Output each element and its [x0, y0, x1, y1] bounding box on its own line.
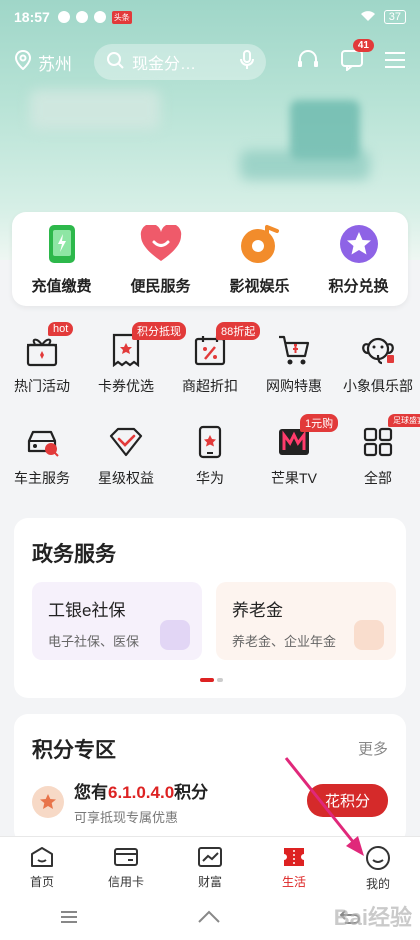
messages-button[interactable]: 41 — [340, 38, 374, 76]
tab-wealth[interactable]: 财富 — [168, 837, 252, 898]
trend-chart-icon — [198, 847, 222, 867]
grid-item-elephant-club[interactable]: 小象俱乐部 — [336, 318, 420, 410]
football-tag: 足球盛宴 — [388, 414, 420, 427]
elephant-icon — [360, 332, 396, 368]
points-value: 6.1.0.4.0 — [108, 783, 175, 802]
grid-label: 小象俱乐部 — [343, 378, 413, 394]
menu-icon[interactable] — [384, 51, 406, 74]
grid-item-supermarket[interactable]: 88折起 商超折扣 — [168, 318, 261, 410]
credit-card-icon — [114, 848, 138, 866]
bottom-tab-bar: 首页 信用卡 财富 生活 我的 — [0, 836, 420, 898]
diamond-check-icon — [108, 424, 144, 460]
social-security-card[interactable]: 工银e社保 电子社保、医保 — [32, 582, 202, 660]
grid-all-icon — [360, 424, 396, 460]
tab-mine[interactable]: 我的 — [336, 837, 420, 898]
section-title: 积分专区 — [32, 739, 116, 762]
home-nav-icon[interactable] — [197, 908, 221, 931]
recent-apps-icon[interactable] — [59, 909, 79, 930]
battery-indicator: 37 — [383, 10, 406, 24]
car-icon — [24, 424, 60, 460]
grid-label: 星级权益 — [98, 470, 154, 486]
section-title: 政务服务 — [32, 543, 116, 566]
one-yuan-tag: 1元购 — [300, 414, 339, 432]
search-bar[interactable]: 现金分… — [94, 44, 266, 80]
card-title: 工银e社保 — [48, 601, 126, 620]
grid-label: 全部 — [364, 470, 392, 486]
medal-icon — [32, 786, 64, 818]
government-services-section: 政务服务 工银e社保 电子社保、医保 养老金 养老金、企业年金 — [14, 518, 406, 698]
watermark: Bai经验 — [333, 905, 412, 930]
top-bar: 苏州 现金分… 41 — [0, 38, 420, 84]
shopping-cart-icon — [276, 332, 312, 368]
points-balance: 您有6.1.0.4.0积分 — [74, 783, 209, 802]
message-icon — [341, 49, 363, 72]
home-icon — [31, 847, 53, 867]
grid-item-car-owner[interactable]: 车主服务 — [0, 410, 84, 502]
grid-label: 网购特惠 — [266, 378, 322, 394]
toutiao-notification-icon: 头条 — [111, 10, 132, 24]
phone-recharge-icon — [41, 223, 83, 265]
ticket-icon — [284, 848, 304, 866]
profile-smile-icon — [366, 846, 390, 870]
message-count-badge: 41 — [352, 38, 374, 52]
tab-credit-card[interactable]: 信用卡 — [84, 837, 168, 898]
grid-label: 芒果TV — [271, 470, 317, 486]
grid-label: 车主服务 — [14, 470, 70, 486]
wifi-icon — [360, 10, 376, 25]
service-grid: hot 热门活动 积分抵现 卡券优选 88折起 商超折扣 网购特惠 小象俱乐部 … — [0, 318, 420, 502]
quick-label: 充值缴费 — [31, 277, 92, 295]
person-icon — [160, 620, 190, 650]
location-pin-icon — [14, 49, 32, 75]
coin-icon — [354, 620, 384, 650]
status-bar: 18:57 头条 37 — [0, 0, 420, 34]
tab-home[interactable]: 首页 — [0, 837, 84, 898]
status-time: 18:57 — [14, 9, 50, 25]
microphone-icon[interactable] — [240, 49, 254, 75]
grid-item-mango-tv[interactable]: 1元购 芒果TV — [252, 410, 339, 502]
more-link[interactable]: 更多 — [358, 738, 388, 759]
grid-item-coupons[interactable]: 积分抵现 卡券优选 — [84, 318, 186, 410]
location-selector[interactable]: 苏州 — [14, 49, 94, 75]
quick-item-convenience[interactable]: 便民服务 — [116, 223, 206, 296]
search-placeholder: 现金分… — [132, 56, 197, 73]
quick-item-entertainment[interactable]: 影视娱乐 — [215, 223, 305, 296]
quick-item-points-redeem[interactable]: 积分兑换 — [314, 223, 404, 296]
music-disc-icon — [239, 223, 281, 265]
grid-item-hot-events[interactable]: hot 热门活动 — [0, 318, 84, 410]
quick-entry-card: 充值缴费 便民服务 影视娱乐 积分兑换 — [12, 212, 408, 306]
grid-label: 商超折扣 — [182, 378, 238, 394]
phone-star-icon — [192, 424, 228, 460]
grid-item-all[interactable]: 足球盛宴 全部 — [336, 410, 420, 502]
tab-life[interactable]: 生活 — [252, 837, 336, 898]
customer-service-icon[interactable] — [296, 48, 320, 77]
chat-notification-icon — [57, 11, 70, 23]
grid-item-online-shopping[interactable]: 网购特惠 — [252, 318, 336, 410]
points-subtitle: 可享抵现专属优惠 — [74, 810, 179, 825]
grid-item-huawei[interactable]: 华为 — [168, 410, 252, 502]
quick-label: 影视娱乐 — [229, 277, 290, 295]
pension-card[interactable]: 养老金 养老金、企业年金 — [216, 582, 396, 660]
grid-label: 华为 — [196, 470, 224, 486]
grid-label: 热门活动 — [14, 378, 70, 394]
weibo-notification-icon — [75, 11, 88, 23]
heart-smile-icon — [140, 223, 182, 265]
grid-label: 卡券优选 — [98, 378, 154, 394]
app-notification-icon — [93, 11, 106, 23]
gift-box-icon — [24, 332, 60, 368]
spend-points-button[interactable]: 花积分 — [306, 784, 388, 817]
quick-label: 积分兑换 — [328, 277, 389, 295]
hot-tag: hot — [48, 322, 74, 336]
grid-item-star-benefits[interactable]: 星级权益 — [84, 410, 168, 502]
star-badge-icon — [338, 223, 380, 265]
card-title: 养老金 — [232, 601, 283, 620]
carousel-indicator — [200, 678, 223, 682]
search-icon — [106, 51, 124, 74]
location-label: 苏州 — [38, 54, 72, 74]
quick-item-recharge[interactable]: 充值缴费 — [17, 223, 107, 296]
quick-label: 便民服务 — [130, 277, 191, 295]
points-section: 积分专区 更多 您有6.1.0.4.0积分 可享抵现专属优惠 花积分 — [14, 714, 406, 844]
